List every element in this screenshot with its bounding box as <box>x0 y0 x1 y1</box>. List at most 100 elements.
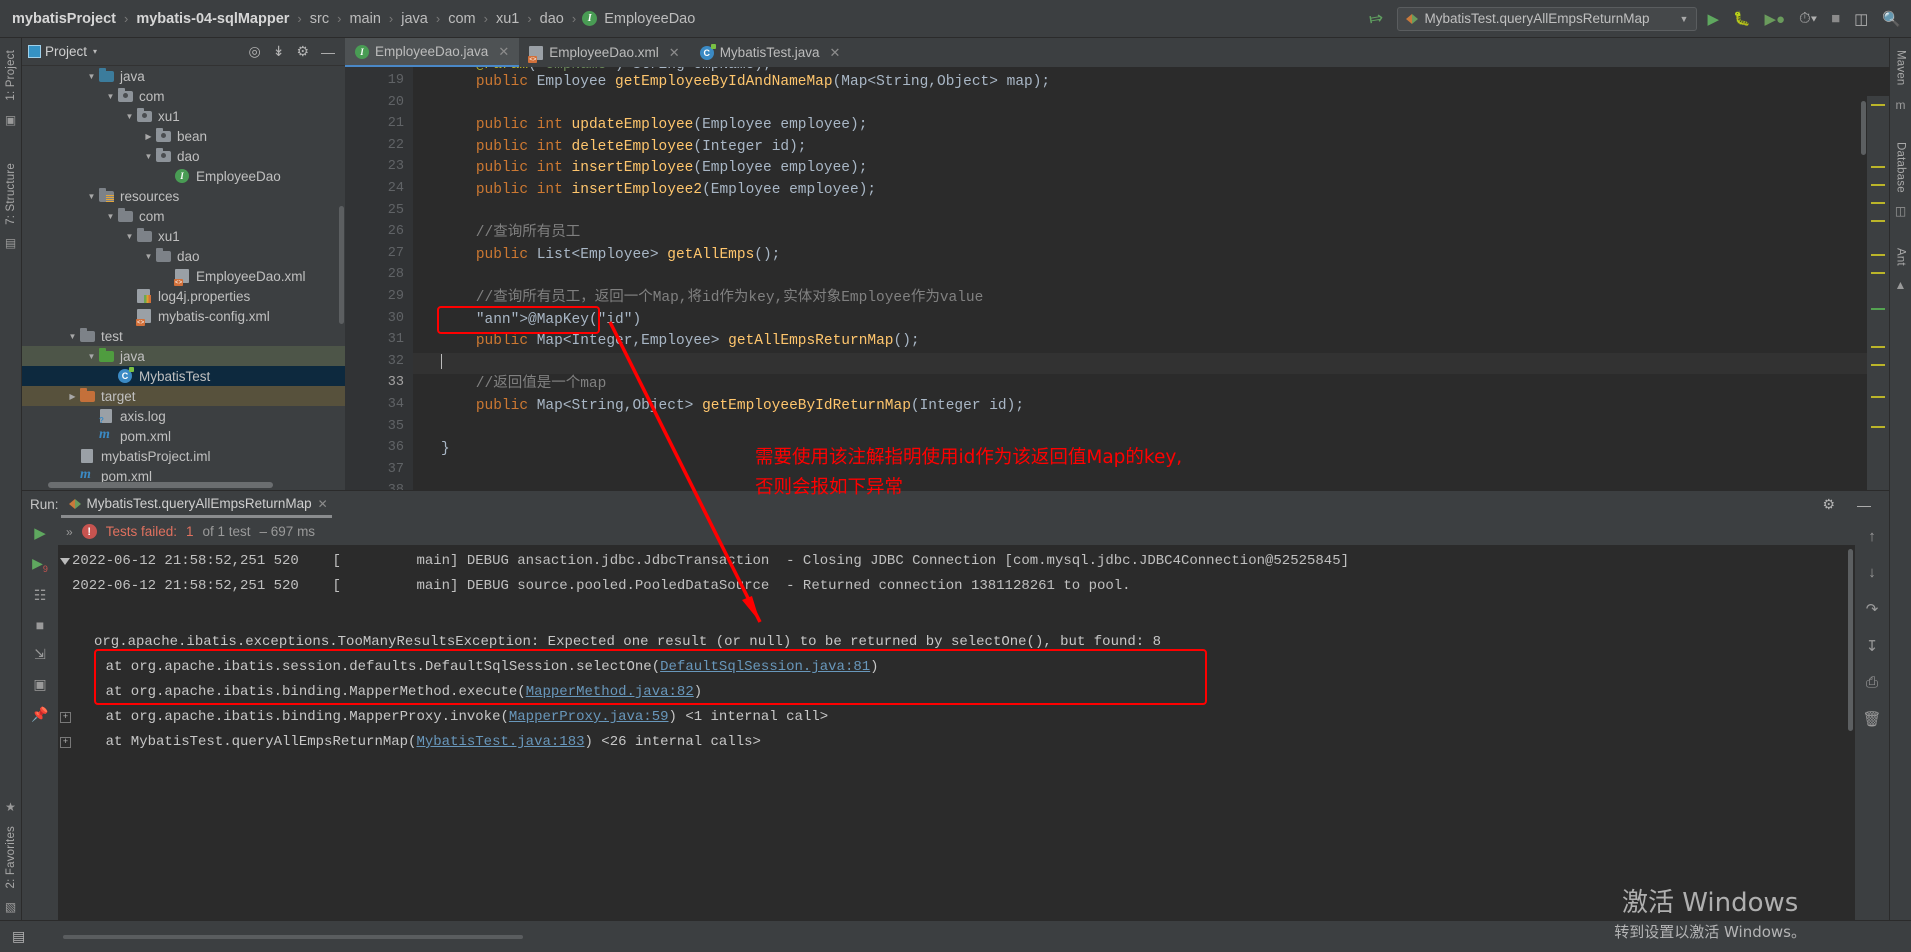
terminal-icon[interactable]: ▧ <box>5 900 16 914</box>
minimize-icon[interactable]: — <box>1853 497 1875 513</box>
run-icon[interactable]: ▶ <box>1703 10 1723 28</box>
wrap-icon[interactable]: ↷ <box>1866 600 1879 618</box>
breadcrumb-item-dao[interactable]: dao <box>538 11 566 27</box>
maven-tool-icon[interactable]: m <box>1896 98 1906 112</box>
error-stripe-markers[interactable] <box>1867 96 1889 490</box>
rerun-failed-icon[interactable]: ▶9 <box>32 555 48 574</box>
close-icon[interactable]: ✕ <box>829 45 840 61</box>
tree-item-resources[interactable]: ▼ resources <box>22 186 345 206</box>
code-content[interactable]: @Param("empName") String empName); publi… <box>413 67 1889 490</box>
chevron-down-icon[interactable]: ▼ <box>106 212 115 221</box>
expand-icon[interactable]: » <box>66 525 73 539</box>
code-line-35[interactable]: public Map<String,Object> getEmployeeByI… <box>413 396 1889 418</box>
layout-icon[interactable]: ▣ <box>33 676 46 693</box>
tree-vertical-scrollbar[interactable] <box>339 206 344 324</box>
tree-item-employeedao[interactable]: I EmployeeDao <box>22 166 345 186</box>
pin-icon[interactable]: 📌 <box>31 706 48 723</box>
close-icon[interactable]: ✕ <box>498 44 509 60</box>
chevron-down-icon[interactable]: ▼ <box>106 92 115 101</box>
collapse-icon[interactable] <box>60 558 70 565</box>
code-line-29[interactable] <box>413 266 1889 288</box>
bookmarks-icon[interactable]: ▣ <box>5 113 16 127</box>
toggle-tests-icon[interactable]: ☷ <box>34 587 47 604</box>
tree-item-dao[interactable]: ▼ dao <box>22 246 345 266</box>
code-line-23[interactable]: public int deleteEmployee(Integer id); <box>413 137 1889 159</box>
locate-icon[interactable]: ◎ <box>244 43 264 60</box>
chevron-down-icon[interactable]: ▾ <box>93 47 97 56</box>
breadcrumb-item-module[interactable]: mybatis-04-sqlMapper <box>134 11 291 27</box>
tab-mybatistest-java[interactable]: C MybatisTest.java ✕ <box>690 38 851 67</box>
code-line-34[interactable]: //返回值是一个map <box>413 374 1889 396</box>
sidebar-item-ant[interactable]: Ant <box>1895 242 1907 272</box>
download-icon[interactable]: ↧ <box>1866 637 1879 655</box>
console-line[interactable]: + at org.apache.ibatis.binding.MapperPro… <box>58 705 1855 730</box>
console-output[interactable]: 2022-06-12 21:58:52,251 520 [ main] DEBU… <box>58 545 1855 920</box>
tree-item-employeedao-xml[interactable]: EmployeeDao.xml <box>22 266 345 286</box>
tree-item-target[interactable]: ▶ target <box>22 386 345 406</box>
export-icon[interactable]: ⇲ <box>34 646 46 663</box>
code-line-36[interactable] <box>413 418 1889 440</box>
scroll-down-icon[interactable]: ↓ <box>1868 564 1876 581</box>
collapse-all-icon[interactable]: ↡ <box>269 43 289 60</box>
breadcrumb-item-employeedao[interactable]: EmployeeDao <box>602 11 697 27</box>
print-icon[interactable]: ⎙ <box>1866 674 1878 691</box>
tree-item-axis-log[interactable]: axis.log <box>22 406 345 426</box>
code-line-24[interactable]: public int insertEmployee(Employee emplo… <box>413 158 1889 180</box>
tree-item-java[interactable]: ▼ java <box>22 66 345 86</box>
stop-icon[interactable]: ■ <box>1827 10 1844 27</box>
module-icon[interactable]: ▤ <box>5 236 16 250</box>
chevron-down-icon[interactable]: ▼ <box>68 332 77 341</box>
tree-item-test[interactable]: ▼ test <box>22 326 345 346</box>
tree-item-xu1[interactable]: ▼ xu1 <box>22 106 345 126</box>
chevron-right-icon[interactable]: ▶ <box>68 392 77 401</box>
code-line-28[interactable]: public List<Employee> getAllEmps(); <box>413 245 1889 267</box>
close-icon[interactable]: ✕ <box>318 497 328 511</box>
expand-icon[interactable]: + <box>60 737 71 748</box>
hide-icon[interactable]: — <box>317 44 339 60</box>
code-line-27[interactable]: //查询所有员工 <box>413 223 1889 245</box>
code-line-22[interactable]: public int updateEmployee(Employee emplo… <box>413 115 1889 137</box>
tree-item-log4j-properties[interactable]: log4j.properties <box>22 286 345 306</box>
sidebar-item-structure[interactable]: 7: Structure <box>5 157 17 231</box>
breadcrumb-item-src[interactable]: src <box>308 11 331 27</box>
chevron-down-icon[interactable]: ▼ <box>87 352 96 361</box>
tree-item-com[interactable]: ▼ com <box>22 86 345 106</box>
database-icon[interactable]: ◫ <box>1895 204 1906 218</box>
stacktrace-link[interactable]: MapperMethod.java:82 <box>526 684 694 700</box>
rerun-icon[interactable]: ▶ <box>34 524 46 542</box>
breadcrumb-item-xu1[interactable]: xu1 <box>494 11 521 27</box>
code-line-20[interactable]: public Employee getEmployeeByIdAndNameMa… <box>413 72 1889 94</box>
breadcrumb-item-com[interactable]: com <box>446 11 477 27</box>
stacktrace-link[interactable]: MapperProxy.java:59 <box>509 709 669 725</box>
console-line[interactable]: at org.apache.ibatis.binding.MapperMetho… <box>58 680 1855 705</box>
tab-employeedao-xml[interactable]: EmployeeDao.xml ✕ <box>519 38 689 67</box>
tree-item-bean[interactable]: ▶ bean <box>22 126 345 146</box>
project-tree[interactable]: ▼ java ▼ com ▼ xu1 ▶ bean ▼ dao I EmployeeDao ▼ resou… <box>22 66 345 490</box>
console-line[interactable] <box>58 599 1855 624</box>
close-icon[interactable]: ✕ <box>669 45 680 61</box>
chevron-down-icon[interactable]: ▼ <box>125 232 134 241</box>
tree-item-mybatisproject-iml[interactable]: mybatisProject.iml <box>22 446 345 466</box>
tree-item-mybatis-config-xml[interactable]: mybatis-config.xml <box>22 306 345 326</box>
code-line-26[interactable] <box>413 202 1889 224</box>
trash-icon[interactable]: 🗑 <box>1862 710 1881 728</box>
console-line[interactable]: + at MybatisTest.queryAllEmpsReturnMap(M… <box>58 730 1855 755</box>
sidebar-item-database[interactable]: Database <box>1895 136 1907 199</box>
search-icon[interactable]: 🔍 <box>1878 10 1905 28</box>
run-tab[interactable]: MybatisTest.queryAllEmpsReturnMap ✕ <box>60 496 332 518</box>
scroll-up-icon[interactable]: ↑ <box>1868 528 1876 545</box>
chevron-down-icon[interactable]: ▼ <box>144 252 153 261</box>
console-line[interactable]: 2022-06-12 21:58:52,251 520 [ main] DEBU… <box>58 549 1855 574</box>
settings-icon[interactable]: ⚙ <box>292 43 313 60</box>
chevron-down-icon[interactable]: ▼ <box>87 192 96 201</box>
chevron-down-icon[interactable]: ▼ <box>125 112 134 121</box>
expand-icon[interactable]: + <box>60 712 71 723</box>
breadcrumb-item-java[interactable]: java <box>399 11 430 27</box>
hammer-icon[interactable]: ⤇ <box>1360 6 1393 31</box>
toggle-toolwindow-icon[interactable]: ▤ <box>8 928 29 945</box>
code-line-25[interactable]: public int insertEmployee2(Employee empl… <box>413 180 1889 202</box>
tree-item-pom-xml[interactable]: m pom.xml <box>22 426 345 446</box>
tree-item-mybatistest[interactable]: C MybatisTest <box>22 366 345 386</box>
stacktrace-link[interactable]: DefaultSqlSession.java:81 <box>660 659 870 675</box>
restore-layout-icon[interactable]: ◫ <box>1850 10 1872 28</box>
